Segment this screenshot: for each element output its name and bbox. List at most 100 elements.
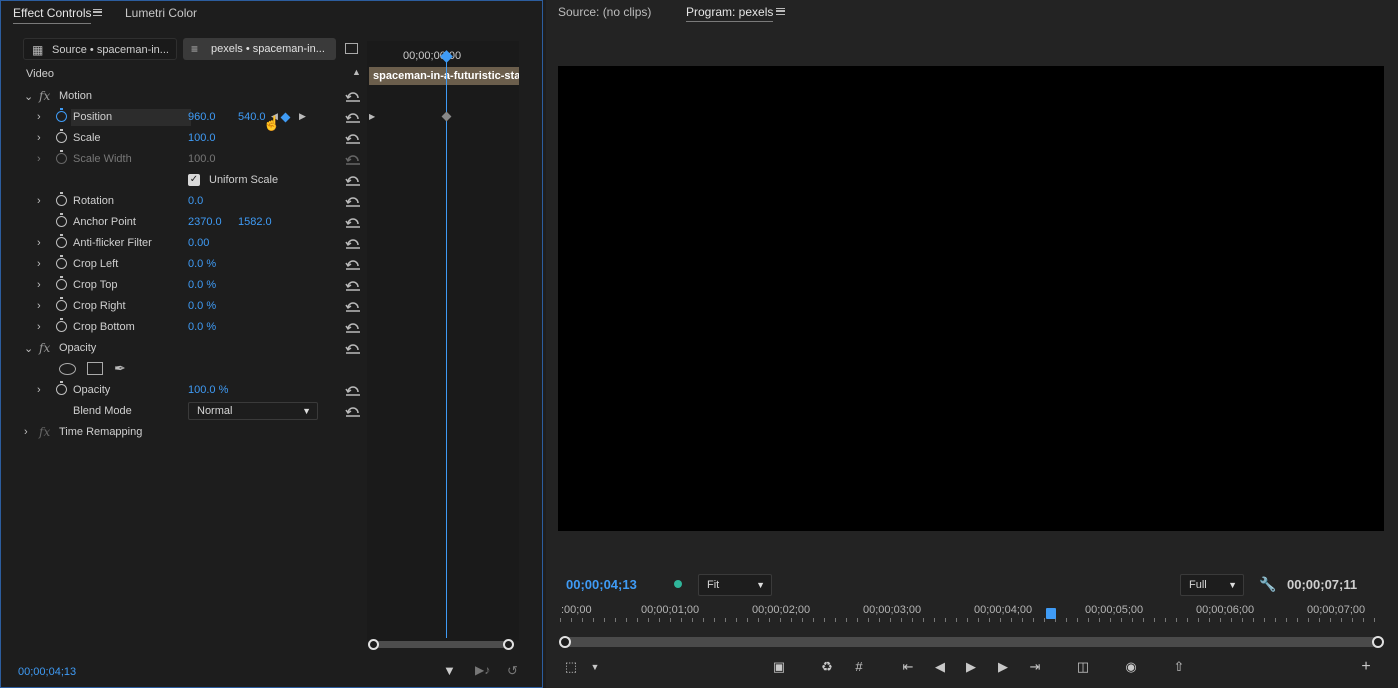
next-keyframe-icon[interactable]: ▶ (299, 111, 306, 122)
chevron-right-icon[interactable]: › (24, 426, 28, 438)
rectangle-mask-icon[interactable] (87, 362, 103, 375)
play-icon[interactable]: ▶ (962, 658, 980, 676)
rotation-row[interactable]: › Rotation 0.0 (1, 191, 366, 212)
chevron-right-icon[interactable]: › (37, 195, 41, 207)
tab-source[interactable]: Source: (no clips) (558, 5, 651, 19)
stopwatch-icon[interactable] (56, 129, 67, 143)
zoom-handle-left[interactable] (368, 639, 379, 650)
stopwatch-icon[interactable] (56, 108, 67, 122)
antiflicker-value[interactable]: 0.00 (188, 237, 209, 249)
stopwatch-icon[interactable] (56, 297, 67, 311)
reset-icon[interactable] (345, 278, 361, 291)
zoom-scrollbar[interactable] (562, 637, 1382, 647)
stopwatch-icon[interactable] (56, 255, 67, 269)
time-remapping-row[interactable]: › fx Time Remapping (1, 422, 366, 443)
stopwatch-icon[interactable] (56, 192, 67, 206)
zoom-handle-left[interactable] (559, 636, 571, 648)
reset-icon[interactable] (345, 383, 361, 396)
scale-value[interactable]: 100.0 (188, 132, 216, 144)
go-to-out-icon[interactable]: ⇥ (1026, 658, 1044, 676)
add-keyframe-icon[interactable] (280, 112, 291, 123)
crop-top-value[interactable]: 0.0 % (188, 279, 216, 291)
chevron-right-icon[interactable]: › (37, 279, 41, 291)
anchor-point-row[interactable]: Anchor Point 2370.0 1582.0 (1, 212, 366, 233)
anchor-y-value[interactable]: 1582.0 (238, 216, 272, 228)
go-to-in-icon[interactable]: ⇤ (899, 658, 917, 676)
opacity-effect-row[interactable]: ⌄ fx Opacity (1, 338, 366, 359)
add-button-icon[interactable]: + (1357, 658, 1375, 676)
opacity-row[interactable]: › Opacity 100.0 % (1, 380, 366, 401)
timeline-zoom-bar[interactable] (373, 641, 509, 648)
play-audio-icon[interactable]: ▶♪ (475, 663, 490, 677)
toggle-timeline-view-icon[interactable] (345, 43, 358, 54)
scale-row[interactable]: › Scale 100.0 (1, 128, 366, 149)
chevron-down-icon[interactable]: ⌄ (24, 342, 33, 355)
panel-menu-icon[interactable] (93, 9, 102, 16)
loop-icon[interactable]: ↺ (507, 663, 518, 679)
program-video-frame[interactable] (558, 66, 1384, 531)
chevron-right-icon[interactable]: › (37, 258, 41, 270)
reset-icon[interactable] (345, 194, 361, 207)
reset-icon[interactable] (345, 320, 361, 333)
filter-icon[interactable]: ▼ (443, 663, 456, 678)
stopwatch-icon[interactable] (56, 381, 67, 395)
rotation-value[interactable]: 0.0 (188, 195, 203, 207)
fx-icon[interactable]: fx (39, 341, 50, 355)
reset-icon[interactable] (345, 131, 361, 144)
antiflicker-row[interactable]: › Anti-flicker Filter 0.00 (1, 233, 366, 254)
sequence-clip-button[interactable]: ≡ pexels • spaceman-in... (183, 38, 336, 60)
anchor-x-value[interactable]: 2370.0 (188, 216, 222, 228)
program-current-timecode[interactable]: 00;00;04;13 (566, 577, 637, 592)
compare-view-icon[interactable]: ◫ (1074, 658, 1092, 676)
fx-icon[interactable]: fx (39, 89, 50, 103)
reset-icon[interactable] (345, 89, 361, 102)
position-y-value[interactable]: 540.0 (238, 111, 266, 123)
reset-icon[interactable] (345, 257, 361, 270)
stopwatch-icon[interactable] (56, 276, 67, 290)
ellipse-mask-icon[interactable] (59, 363, 76, 375)
fx-icon[interactable]: fx (39, 425, 50, 439)
crop-top-row[interactable]: › Crop Top 0.0 % (1, 275, 366, 296)
chevron-right-icon[interactable]: › (37, 111, 41, 123)
crop-right-value[interactable]: 0.0 % (188, 300, 216, 312)
quality-select[interactable]: Full ▼ (1180, 574, 1244, 596)
effect-timeline[interactable]: 00;00;00;00 spaceman-in-a-futuristic-sta… (367, 41, 519, 641)
motion-effect-row[interactable]: ⌄ fx Motion (1, 86, 366, 107)
step-forward-icon[interactable]: ▶ (994, 658, 1012, 676)
crop-left-value[interactable]: 0.0 % (188, 258, 216, 270)
add-marker-icon[interactable]: ♻ (818, 658, 836, 676)
source-clip-button[interactable]: ▦ Source • spaceman-in... (23, 38, 177, 60)
playhead-line[interactable] (446, 53, 447, 638)
zoom-handle-right[interactable] (1372, 636, 1384, 648)
chevron-down-icon[interactable]: ⌄ (24, 90, 33, 103)
position-row[interactable]: › Position 960.0 540.0 ◀ ▶ ☝ (1, 107, 366, 131)
chevron-right-icon[interactable]: › (37, 300, 41, 312)
chevron-right-icon[interactable]: › (37, 132, 41, 144)
stopwatch-icon[interactable] (56, 234, 67, 248)
crop-bottom-row[interactable]: › Crop Bottom 0.0 % (1, 317, 366, 338)
uniform-scale-checkbox[interactable]: ✓ (188, 174, 200, 186)
program-playhead[interactable] (1046, 608, 1056, 619)
position-x-value[interactable]: 960.0 (188, 111, 216, 123)
step-back-icon[interactable]: ◀ (931, 658, 949, 676)
reset-icon[interactable] (345, 404, 361, 417)
pen-mask-icon[interactable]: ✒ (114, 360, 126, 377)
reset-icon[interactable] (345, 236, 361, 249)
crop-bottom-value[interactable]: 0.0 % (188, 321, 216, 333)
ec-current-timecode[interactable]: 00;00;04;13 (18, 666, 76, 678)
mark-in-out-icon[interactable]: # (850, 658, 868, 676)
opacity-value[interactable]: 100.0 % (188, 384, 228, 396)
marker-select-icon[interactable]: ⬚ (562, 658, 580, 676)
stopwatch-icon[interactable] (56, 213, 67, 227)
reset-icon[interactable] (345, 215, 361, 228)
blend-mode-select[interactable]: Normal ▼ (188, 402, 318, 420)
program-menu-icon[interactable] (776, 8, 785, 15)
export-frame-icon[interactable]: ⇧ (1170, 658, 1188, 676)
reset-icon[interactable] (345, 341, 361, 354)
safe-margins-icon[interactable]: ▣ (770, 658, 788, 676)
clip-bar[interactable]: spaceman-in-a-futuristic-statio (369, 67, 519, 85)
tab-lumetri-color[interactable]: Lumetri Color (125, 6, 197, 20)
keyframe-marker[interactable] (441, 111, 452, 122)
fit-select[interactable]: Fit ▼ (698, 574, 772, 596)
chevron-right-icon[interactable]: › (37, 321, 41, 333)
